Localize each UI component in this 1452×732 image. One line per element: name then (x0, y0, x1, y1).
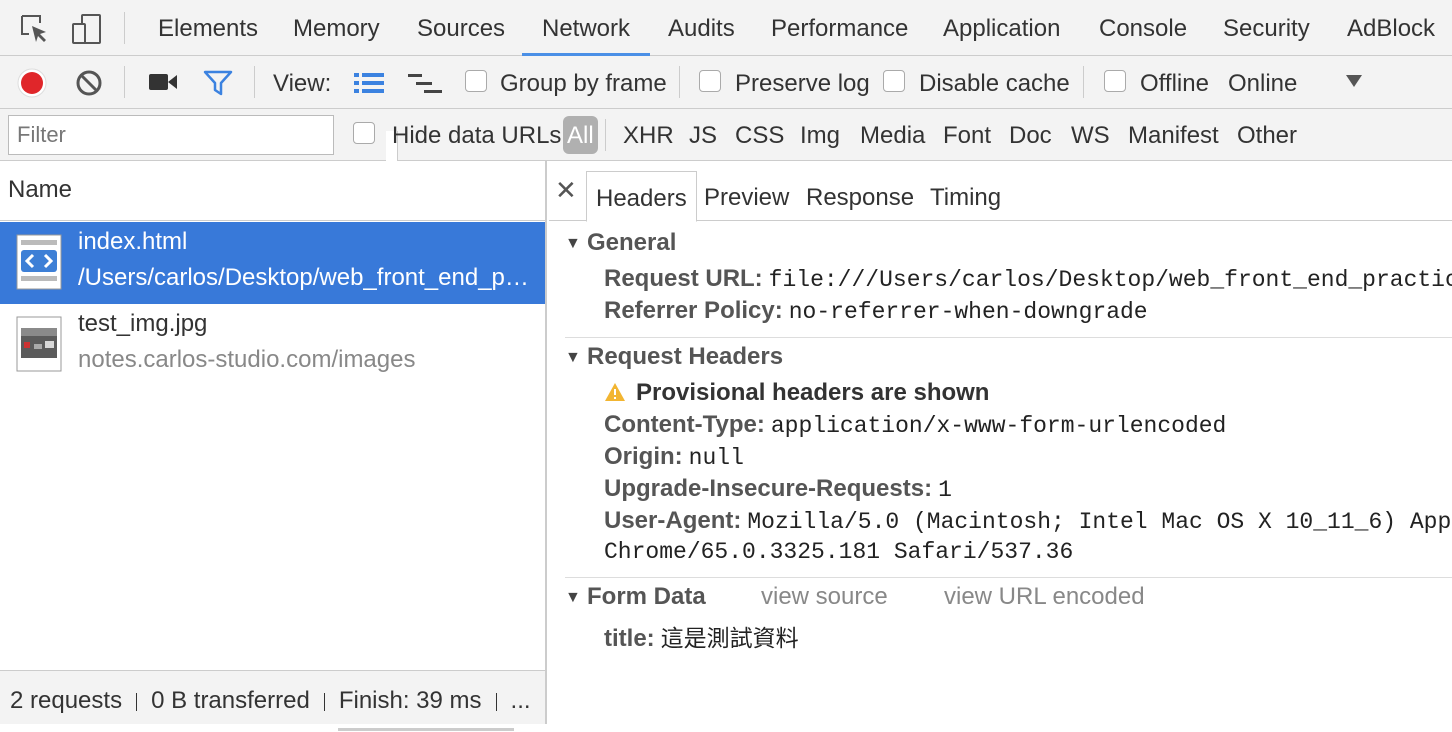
tab-network[interactable]: Network (521, 0, 651, 56)
filter-type-all[interactable]: All (563, 116, 598, 154)
form-data-section-header[interactable]: ▼ Form Data (565, 583, 706, 611)
network-status-bar: 2 requests 0 B transferred Finish: 39 ms..… (0, 670, 545, 732)
details-tab-bar: ✕ Headers Preview Response Timing (549, 161, 1452, 222)
form-data-row: title: 這是測試資料 (604, 625, 799, 652)
header-row: Request URL: file:///Users/carlos/Desktop… (604, 265, 1452, 293)
view-label: View: (273, 70, 332, 97)
tab-preview[interactable]: Preview (704, 171, 789, 221)
filter-bar: Hide data URLs All XHR JS CSS Img Media … (0, 109, 1452, 167)
header-row: Origin: null (604, 443, 744, 471)
clear-icon[interactable] (75, 69, 103, 97)
tab-adblock[interactable]: AdBlock (1347, 0, 1435, 56)
collapse-triangle-icon: ▼ (565, 589, 581, 606)
tab-application[interactable]: Application (943, 0, 1060, 56)
disable-cache-label: Disable cache (919, 70, 1070, 97)
collapse-triangle-icon: ▼ (565, 349, 581, 366)
disable-cache-checkbox[interactable] (883, 70, 905, 92)
collapse-triangle-icon: ▼ (565, 235, 581, 252)
warning-icon (605, 383, 625, 401)
inspect-element-icon[interactable] (18, 12, 52, 46)
filter-type-js[interactable]: JS (689, 109, 717, 161)
form-data-section: ▼ Form Data view source view URL encoded … (565, 583, 1452, 663)
header-row: Content-Type: application/x-www-form-urle… (604, 411, 1227, 439)
bottom-edge (0, 724, 1452, 732)
group-by-frame-checkbox[interactable] (465, 70, 487, 92)
filter-type-media[interactable]: Media (860, 109, 925, 161)
tab-performance[interactable]: Performance (771, 0, 908, 56)
filter-type-xhr[interactable]: XHR (623, 109, 674, 161)
filter-type-manifest[interactable]: Manifest (1128, 109, 1219, 161)
capture-screenshots-icon[interactable] (148, 72, 178, 92)
preserve-log-label: Preserve log (735, 70, 870, 97)
dropdown-arrow-icon[interactable] (1345, 74, 1363, 88)
request-name: test_img.jpg (78, 310, 208, 337)
throttling-select[interactable]: Online (1228, 56, 1297, 109)
offline-label: Offline (1140, 70, 1209, 97)
header-row: Upgrade-Insecure-Requests: 1 (604, 475, 952, 503)
tab-audits[interactable]: Audits (668, 0, 735, 56)
tab-console[interactable]: Console (1099, 0, 1187, 56)
header-row: User-Agent: Mozilla/5.0 (Macintosh; Intel… (604, 507, 1452, 535)
device-toolbar-icon[interactable] (70, 12, 104, 46)
request-count: 2 requests (10, 687, 123, 714)
status-more: ... (510, 687, 531, 714)
waterfall-overview-icon[interactable] (408, 72, 442, 94)
tab-sources[interactable]: Sources (417, 0, 505, 56)
image-file-icon (16, 316, 62, 372)
filter-type-ws[interactable]: WS (1071, 109, 1110, 161)
request-path: /Users/carlos/Desktop/web_front_end_pra.… (78, 264, 533, 291)
preserve-log-checkbox[interactable] (699, 70, 721, 92)
tab-elements[interactable]: Elements (158, 0, 258, 56)
request-row[interactable]: test_img.jpg notes.carlos-studio.com/ima… (0, 304, 545, 386)
request-row[interactable]: index.html /Users/carlos/Desktop/web_fro… (0, 222, 545, 304)
filter-type-img[interactable]: Img (800, 109, 840, 161)
requests-list-pane: Name index.html /Users/carlos/Desktop/we… (0, 161, 547, 732)
filter-input[interactable] (8, 115, 334, 155)
header-row: Referrer Policy: no-referrer-when-downgra… (604, 297, 1148, 325)
tab-security[interactable]: Security (1223, 0, 1310, 56)
view-source-link[interactable]: view source (761, 583, 888, 611)
request-headers-section: ▼ Request Headers Provisional headers are… (565, 343, 1452, 573)
hide-data-urls-checkbox[interactable] (353, 122, 375, 144)
hide-data-urls-label: Hide data URLs (392, 122, 562, 149)
filter-type-other[interactable]: Other (1237, 109, 1297, 161)
offline-checkbox[interactable] (1104, 70, 1126, 92)
large-rows-icon[interactable] (354, 72, 384, 94)
devtools-tab-bar: Elements Memory Sources Network Audits P… (0, 0, 1452, 56)
filter-type-font[interactable]: Font (943, 109, 991, 161)
record-icon[interactable] (17, 68, 47, 98)
tab-headers[interactable]: Headers (586, 171, 697, 222)
tab-memory[interactable]: Memory (293, 0, 380, 56)
request-details-pane: ✕ Headers Preview Response Timing ▼ Gener… (549, 161, 1452, 732)
request-headers-section-header[interactable]: ▼ Request Headers (565, 343, 783, 371)
html-file-icon (16, 234, 62, 290)
transferred-size: 0 B transferred (151, 687, 310, 714)
request-path: notes.carlos-studio.com/images (78, 346, 416, 373)
tab-timing[interactable]: Timing (930, 171, 1001, 221)
filter-icon[interactable] (203, 70, 233, 96)
general-section: ▼ General Request URL: file:///Users/carlo… (565, 229, 1452, 339)
close-details-icon[interactable]: ✕ (555, 175, 577, 206)
tab-response[interactable]: Response (806, 171, 914, 221)
group-by-frame-label: Group by frame (500, 70, 667, 97)
finish-time: Finish: 39 ms (338, 687, 482, 714)
general-section-header[interactable]: ▼ General (565, 229, 676, 257)
filter-type-doc[interactable]: Doc (1009, 109, 1052, 161)
provisional-warning: Provisional headers are shown (604, 379, 989, 407)
header-row-continuation: Chrome/65.0.3325.181 Safari/537.36 (604, 539, 1074, 565)
view-url-encoded-link[interactable]: view URL encoded (944, 583, 1145, 611)
request-name: index.html (78, 228, 188, 255)
filter-type-css[interactable]: CSS (735, 109, 784, 161)
network-toolbar: View: Group by frame Preserve log Disabl… (0, 56, 1452, 109)
name-column-header[interactable]: Name (0, 161, 545, 221)
